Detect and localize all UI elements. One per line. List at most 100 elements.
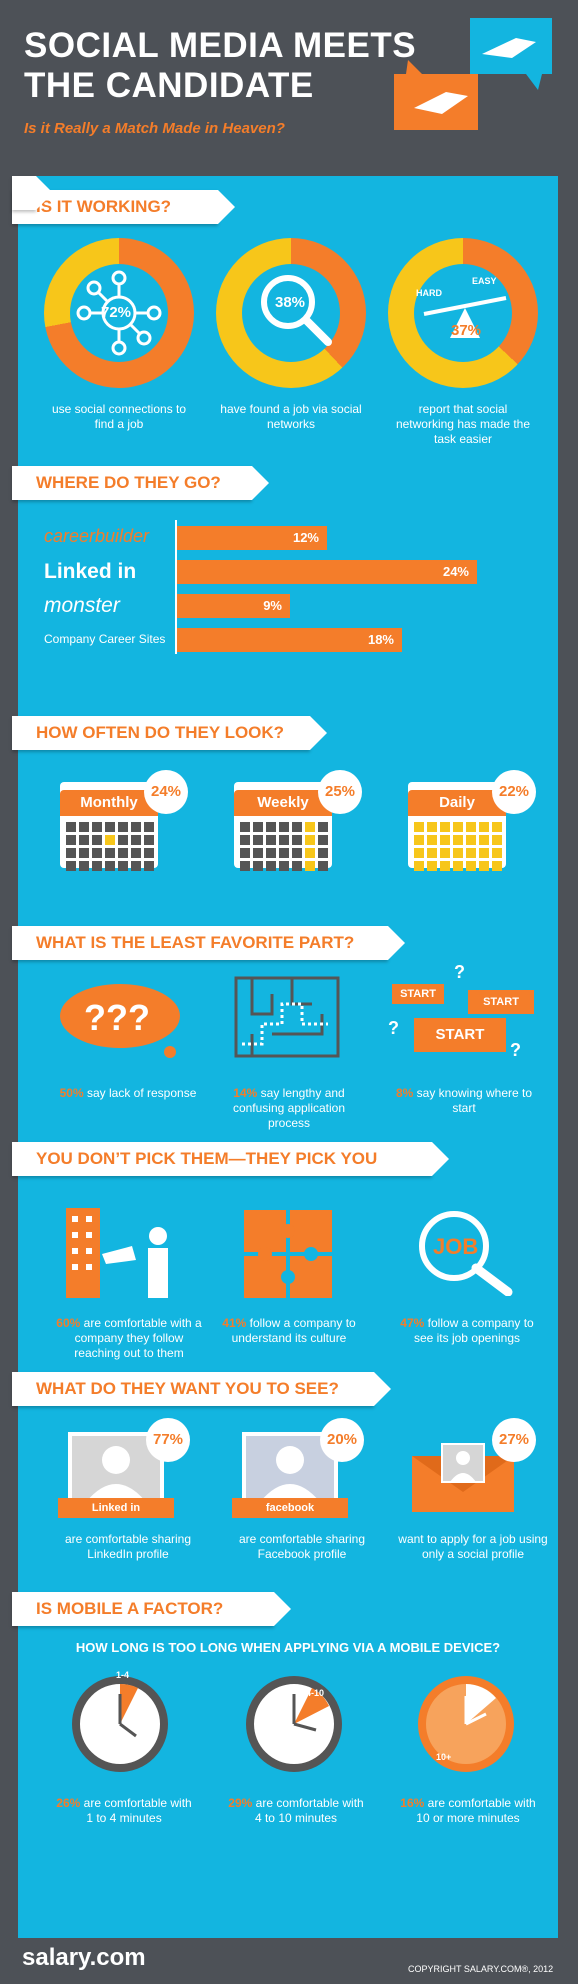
bar-monster: 9% — [177, 594, 290, 618]
bar-linkedin: 24% — [177, 560, 477, 584]
section-heading-they-pick-you — [12, 176, 53, 210]
calendar-day — [492, 861, 502, 871]
calendar-day — [492, 822, 502, 832]
calendar-day — [279, 835, 289, 845]
calendar-day — [427, 848, 437, 858]
mobile-pct-1: 26% — [56, 1796, 81, 1810]
bar-label-careerbuilder: careerbuilder — [44, 526, 150, 546]
bar-careerbuilder: 12% — [177, 526, 327, 550]
calendar-day — [466, 861, 476, 871]
calendar-day — [292, 835, 302, 845]
stat-caption-72: use social connections to find a job — [51, 402, 187, 431]
calendar-day — [305, 861, 315, 871]
bar-value-monster: 9% — [263, 598, 282, 613]
question-mark-2: ? — [388, 1018, 399, 1038]
pick-pct-2: 41% — [222, 1316, 247, 1330]
question-mark-3: ? — [510, 1040, 521, 1060]
maze-icon — [232, 974, 342, 1065]
calendar-day — [266, 861, 276, 871]
calendar-day — [279, 822, 289, 832]
calendar-day — [318, 848, 328, 858]
magnifier-icon — [254, 268, 338, 357]
mobile-pct-3: 16% — [400, 1796, 425, 1810]
calendar-day — [66, 848, 76, 858]
calendar-day — [144, 822, 154, 832]
clock-10-plus — [418, 1676, 514, 1772]
calendar-day — [466, 822, 476, 832]
calendar-day — [279, 861, 289, 871]
stat-percent-72: 72% — [101, 304, 132, 321]
least-favorite-pct-1: 50% — [59, 1086, 84, 1100]
calendar-day — [305, 822, 315, 832]
calendar-day — [92, 861, 102, 871]
bar-value-careerbuilder: 12% — [292, 530, 319, 545]
calendar-day — [427, 822, 437, 832]
bar-label-monster: monster — [44, 594, 120, 617]
pick-text-3: follow a company to see its job openings — [413, 1316, 534, 1345]
job-label: JOB — [433, 1234, 479, 1259]
calendar-day — [240, 822, 250, 832]
calendar-day — [318, 835, 328, 845]
calendar-day — [92, 822, 102, 832]
calendar-day — [266, 835, 276, 845]
section-heading-where-do-they-go: WHERE DO THEY GO? — [12, 466, 269, 500]
calendar-day — [292, 848, 302, 858]
calendar-day — [253, 848, 263, 858]
mobile-text-1: are comfortable with 1 to 4 minutes — [83, 1796, 192, 1825]
clock-label-10-plus: 10+ — [436, 1752, 452, 1762]
handshake-icon — [386, 14, 556, 134]
calendar-day — [131, 848, 141, 858]
calendar-day — [292, 822, 302, 832]
frequency-percent-monthly: 24% — [144, 770, 188, 814]
share-percent-social-profile: 27% — [492, 1418, 536, 1462]
share-percent-linkedin: 77% — [146, 1418, 190, 1462]
share-percent-facebook: 20% — [320, 1418, 364, 1462]
easy-label: EASY — [472, 276, 497, 286]
calendar-day — [440, 822, 450, 832]
clock-4-10 — [246, 1676, 342, 1772]
calendar-day — [453, 848, 463, 858]
least-favorite-caption-1: 50% say lack of response — [58, 1086, 198, 1101]
frequency-percent-daily: 22% — [492, 770, 536, 814]
calendar-day — [479, 835, 489, 845]
calendar-day — [79, 822, 89, 832]
calendar-day — [492, 835, 502, 845]
page-title: SOCIAL MEDIA MEETS THE CANDIDATE — [24, 26, 416, 106]
section-heading-they-pick-you-text: YOU DON’T PICK THEM—THEY PICK YOU — [12, 1142, 449, 1176]
mobile-text-3: are comfortable with 10 or more minutes — [416, 1796, 536, 1825]
svg-text:???: ??? — [84, 997, 150, 1038]
stat-caption-38: have found a job via social networks — [220, 402, 362, 431]
calendar-day — [414, 861, 424, 871]
mobile-text-2: are comfortable with 4 to 10 minutes — [254, 1796, 364, 1825]
calendar-day — [131, 835, 141, 845]
copyright: COPYRIGHT SALARY.COM®, 2012 — [408, 1964, 554, 1974]
least-favorite-text-1: say lack of response — [86, 1086, 197, 1100]
building-person-icon — [62, 1204, 182, 1309]
pick-text-1: are comfortable with a company they foll… — [74, 1316, 202, 1360]
least-favorite-pct-3: 8% — [395, 1086, 414, 1100]
stat-caption-37: report that social networking has made t… — [395, 402, 531, 446]
calendar-day — [492, 848, 502, 858]
mobile-caption-2: 29% are comfortable with 4 to 10 minutes — [226, 1796, 366, 1826]
bar-value-company-career-sites: 18% — [367, 632, 394, 647]
calendar-day — [318, 822, 328, 832]
calendar-day — [305, 848, 315, 858]
calendar-day — [92, 835, 102, 845]
section-heading-how-often: HOW OFTEN DO THEY LOOK? — [12, 716, 327, 750]
calendar-day — [105, 861, 115, 871]
calendar-day — [466, 848, 476, 858]
start-sign-right: START — [468, 990, 534, 1014]
frequency-percent-weekly: 25% — [318, 770, 362, 814]
calendar-day — [427, 861, 437, 871]
calendar-day — [144, 835, 154, 845]
hard-label: HARD — [416, 288, 442, 298]
calendar-day — [266, 848, 276, 858]
calendar-day — [414, 848, 424, 858]
calendar-day — [292, 861, 302, 871]
calendar-day — [453, 861, 463, 871]
linkedin-ribbon: Linked in — [58, 1498, 174, 1518]
calendar-day — [105, 822, 115, 832]
least-favorite-pct-2: 14% — [233, 1086, 258, 1100]
section-heading-what-do-they-want: WHAT DO THEY WANT YOU TO SEE? — [12, 1372, 391, 1406]
section-heading-least-favorite: WHAT IS THE LEAST FAVORITE PART? — [12, 926, 405, 960]
